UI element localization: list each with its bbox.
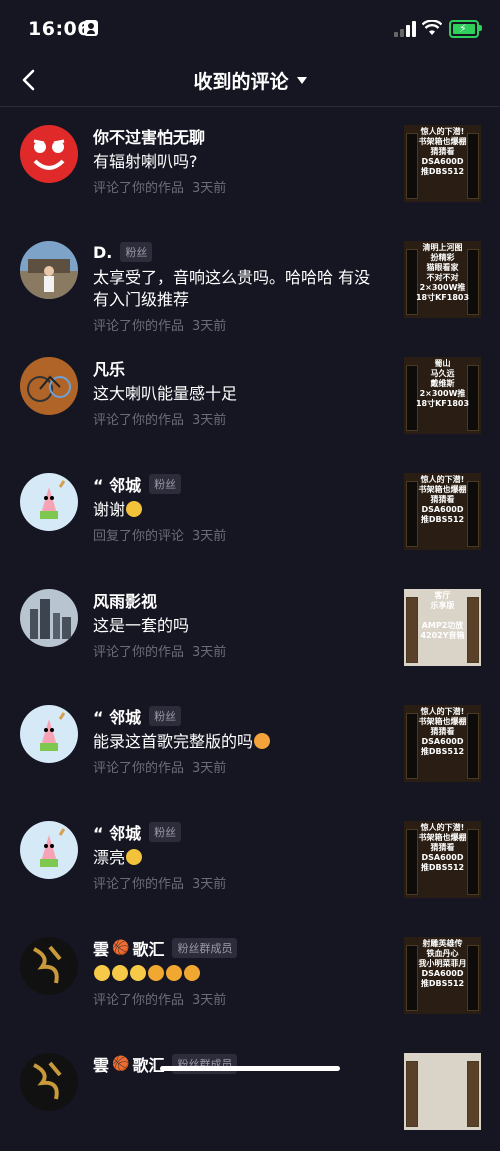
battery-icon: ⚡ [449,20,479,38]
list-item[interactable]: D. 粉丝太享受了，音响这么贵吗。哈哈哈 有没有入门级推荐评论了你的作品 3天前 清明… [0,223,500,339]
thumbnail-caption: 清明上河图 扮精彩 猫眼看家 不对不对 2×300W推 18寸KF1803 [415,243,470,302]
home-indicator [160,1066,340,1071]
list-item[interactable]: 你不过害怕无聊有辐射喇叭吗? 评论了你的作品 3天前 惊人的下潜! 书架箱也爆棚 猜猜… [0,107,500,223]
comment-text[interactable]: 太享受了，音响这么贵吗。哈哈哈 有没有入门级推荐 [93,267,383,311]
user-name[interactable]: 雲 [93,936,109,960]
user-name[interactable]: D. [93,243,112,262]
video-thumbnail[interactable]: 惊人的下潜! 书架箱也爆棚 猜猜看 DSA600D 推DBS512 [404,473,481,550]
dropdown-triangle-icon [296,77,307,84]
user-name-row[interactable]: “ 邻城 粉丝 [93,704,182,728]
thumbnail-caption: 客厅 乐享版 AMP2功放 4202Y音箱 [420,591,465,640]
list-item[interactable]: 风雨影视这是一套的吗评论了你的作品 3天前 客厅 乐享版 AMP2功放 4202Y音… [0,571,500,687]
status-bar: 16:06 ⚡ [0,0,500,58]
decorative-emoji-icon: 🏀 [112,940,130,956]
comment-meta: 评论了你的作品 3天前 [93,877,227,892]
clap-emoji-icon [130,965,146,981]
user-name[interactable]: “ 邻城 [93,820,141,844]
comment-text[interactable]: 能录这首歌完整版的吗 [93,731,383,753]
video-thumbnail[interactable]: 射雕英雄传 铁血丹心 我小明菜菲月 DSA600D 推DBS512 [404,937,481,1014]
clap-emoji-icon [94,965,110,981]
thumbnail-caption: 射雕英雄传 铁血丹心 我小明菜菲月 DSA600D 推DBS512 [418,939,467,988]
wifi-icon [422,20,442,35]
list-item[interactable]: 雲 🏀 歌汇 粉丝群成员 [0,1035,500,1151]
video-thumbnail[interactable]: 蜀山 马久远 戴维斯 2×300W推 18寸KF1803 [404,357,481,434]
person-icon [84,20,98,36]
user-name-suffix[interactable]: 歌汇 [132,1052,164,1076]
user-name[interactable]: “ 邻城 [93,704,141,728]
comment-meta: 评论了你的作品 3天前 [93,993,227,1008]
signal-icon [394,21,416,37]
comment-text[interactable]: 漂亮 [93,847,383,869]
thinking-emoji-icon [126,849,143,865]
avatar[interactable] [20,589,78,647]
user-name-row[interactable]: 你不过害怕无聊 [93,125,205,147]
user-name-suffix[interactable]: 歌汇 [132,936,164,960]
avatar[interactable] [20,241,78,299]
list-item[interactable]: “ 邻城 粉丝漂亮评论了你的作品 3天前 惊人的下潜! 书架箱也爆棚 猜猜看 DSA6… [0,803,500,919]
comment-text[interactable]: 这大喇叭能量感十足 [93,383,383,405]
user-name[interactable]: “ 邻城 [93,472,141,496]
avatar[interactable] [20,821,78,879]
thumb-emoji-icon [148,965,164,981]
comment-meta: 评论了你的作品 3天前 [93,413,227,428]
thumbnail-caption: 惊人的下潜! 书架箱也爆棚 猜猜看 DSA600D 推DBS512 [418,127,467,176]
thumb-emoji-icon [184,965,200,981]
page-title[interactable]: 收到的评论 [0,67,500,94]
user-name[interactable]: 风雨影视 [93,588,157,612]
thumbnail-caption: 惊人的下潜! 书架箱也爆棚 猜猜看 DSA600D 推DBS512 [418,475,467,524]
comment-text[interactable]: 这是一套的吗 [93,615,383,637]
fan-badge: 粉丝 [149,822,182,842]
avatar[interactable] [20,705,78,763]
comment-meta: 评论了你的作品 3天前 [93,645,227,660]
user-name-row[interactable]: 凡乐 [93,357,125,379]
list-item[interactable]: “ 邻城 粉丝谢谢回复了你的评论 3天前 惊人的下潜! 书架箱也爆棚 猜猜看 DSA6… [0,455,500,571]
comment-meta: 评论了你的作品 3天前 [93,319,227,334]
user-name-row[interactable]: D. 粉丝 [93,241,153,263]
thumb-emoji-icon [166,965,182,981]
comment-text[interactable]: 有辐射喇叭吗? [93,151,383,173]
avatar[interactable] [20,125,78,183]
fan-badge: 粉丝 [120,242,153,262]
video-thumbnail[interactable] [404,1053,481,1130]
video-thumbnail[interactable]: 清明上河图 扮精彩 猫眼看家 不对不对 2×300W推 18寸KF1803 [404,241,481,318]
user-name[interactable]: 凡乐 [93,356,125,380]
status-time: 16:06 [28,18,91,40]
comment-text[interactable]: 谢谢 [93,499,383,521]
avatar[interactable] [20,937,78,995]
video-thumbnail[interactable]: 惊人的下潜! 书架箱也爆棚 猜猜看 DSA600D 推DBS512 [404,705,481,782]
user-name[interactable]: 你不过害怕无聊 [93,124,205,148]
comment-meta: 回复了你的评论 3天前 [93,529,227,544]
video-thumbnail[interactable]: 惊人的下潜! 书架箱也爆棚 猜猜看 DSA600D 推DBS512 [404,821,481,898]
user-name-row[interactable]: 雲 🏀 歌汇 粉丝群成员 [93,1052,238,1076]
comment-meta: 评论了你的作品 3天前 [93,761,227,776]
user-name[interactable]: 雲 [93,1052,109,1076]
user-name-row[interactable]: 风雨影视 [93,589,157,611]
thumbnail-caption: 惊人的下潜! 书架箱也爆棚 猜猜看 DSA600D 推DBS512 [418,823,467,872]
thumbnail-caption: 惊人的下潜! 书架箱也爆棚 猜猜看 DSA600D 推DBS512 [418,707,467,756]
avatar[interactable] [20,1053,78,1111]
avatar[interactable] [20,473,78,531]
thinking-emoji-icon [126,501,143,517]
comment-meta: 评论了你的作品 3天前 [93,181,227,196]
fan-badge: 粉丝 [149,706,182,726]
video-thumbnail[interactable]: 惊人的下潜! 书架箱也爆棚 猜猜看 DSA600D 推DBS512 [404,125,481,202]
decorative-emoji-icon: 🏀 [112,1056,130,1072]
clap-emoji-icon [112,965,128,981]
list-item[interactable]: “ 邻城 粉丝能录这首歌完整版的吗评论了你的作品 3天前 惊人的下潜! 书架箱也爆棚 … [0,687,500,803]
laugh-emoji-icon [254,733,271,749]
comment-text[interactable] [93,963,383,985]
list-item[interactable]: 雲 🏀 歌汇 粉丝群成员评论了你的作品 3天前 射雕英雄传 铁血丹心 我小明菜菲月 DSA… [0,919,500,1035]
avatar[interactable] [20,357,78,415]
fan-badge: 粉丝 [149,474,182,494]
video-thumbnail[interactable]: 客厅 乐享版 AMP2功放 4202Y音箱 [404,589,481,666]
thumbnail-caption: 蜀山 马久远 戴维斯 2×300W推 18寸KF1803 [415,359,470,408]
fan-badge: 粉丝群成员 [172,938,238,958]
user-name-row[interactable]: “ 邻城 粉丝 [93,472,182,496]
user-name-row[interactable]: 雲 🏀 歌汇 粉丝群成员 [93,936,238,960]
fan-badge: 粉丝群成员 [172,1054,238,1074]
user-name-row[interactable]: “ 邻城 粉丝 [93,820,182,844]
list-item[interactable]: 凡乐这大喇叭能量感十足评论了你的作品 3天前 蜀山 马久远 戴维斯 2×300W推 … [0,339,500,455]
nav-bar: 收到的评论 [0,58,500,107]
